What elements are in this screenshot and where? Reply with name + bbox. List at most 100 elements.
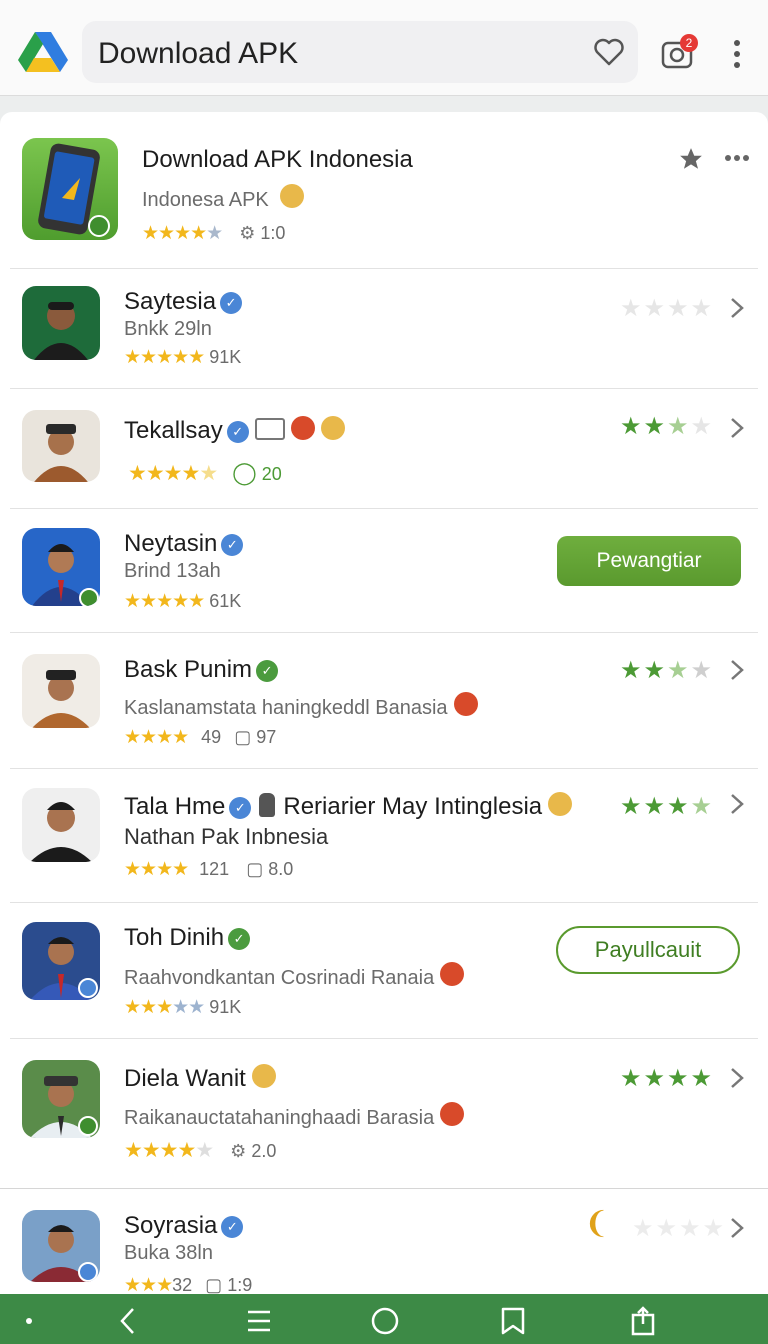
chevron-right-icon[interactable]: [728, 296, 746, 320]
featured-app-subtitle: Indonesa APK: [142, 184, 305, 212]
back-icon[interactable]: [114, 1306, 144, 1336]
app-title-text: Soyrasia: [124, 1212, 218, 1239]
install-button[interactable]: Pewangtiar: [557, 536, 741, 586]
heart-icon[interactable]: [592, 35, 626, 69]
rating-stars: ★★★★: [124, 859, 189, 880]
verified-icon: ✓: [221, 534, 244, 556]
app-score: 49: [201, 727, 222, 747]
app-count: 61K: [209, 591, 242, 611]
gear-icon: ⚙: [239, 223, 256, 243]
search-input[interactable]: Download APK: [98, 37, 298, 71]
dot-icon: [26, 1318, 32, 1324]
verified-icon: ✓: [226, 421, 249, 443]
rating-stars: ★★★★★: [142, 223, 223, 244]
app-count: 2.0: [251, 1141, 277, 1161]
rating-stars: ★★★★★: [124, 1139, 214, 1162]
avatar: [22, 410, 100, 482]
rating-stars: ★★★★★: [124, 591, 205, 612]
tag-icon: [254, 418, 285, 440]
app-subtitle: Brind 13ah: [124, 560, 221, 582]
bottom-nav-bar: [0, 1294, 768, 1344]
list-item[interactable]: Tekallsay ✓ ★★★★★ ◯ 20 ★★★★: [0, 388, 768, 508]
app-meta: ★★★★★ 91K: [124, 996, 241, 1019]
rating-stars: ★★★★★: [124, 347, 205, 368]
app-score: 121: [199, 859, 230, 879]
chevron-right-icon[interactable]: [728, 1066, 746, 1090]
avatar: [22, 528, 100, 606]
emoji-icon: [453, 692, 478, 716]
install-button[interactable]: Payullcauit: [556, 926, 740, 974]
list-item[interactable]: Neytasin ✓ Brind 13ah ★★★★★ 61K Pewangtia…: [0, 508, 768, 632]
app-title: Tekallsay ✓: [124, 416, 345, 445]
list-item[interactable]: Tala Hme ✓ Reriarier May Intinglesia Natha…: [0, 768, 768, 902]
app-title: Tala Hme ✓ Reriarier May Intinglesia: [124, 792, 573, 821]
avatar: [22, 1210, 100, 1282]
app-count: 1:9: [227, 1275, 253, 1295]
list-item[interactable]: Diela Wanit Raikanauctatahaninghaadi Bar…: [0, 1038, 768, 1188]
app-list: Saytesia ✓ Bnkk 29ln ★★★★★ 91K ★★★★ Tekal…: [0, 268, 768, 1296]
heart-badge-icon: [290, 416, 315, 440]
app-title: Saytesia ✓: [124, 288, 243, 316]
app-title-text: Tala Hme: [124, 793, 226, 820]
verified-icon: ✓: [220, 292, 243, 314]
comment-icon: ▢: [205, 1275, 223, 1295]
app-count: 20: [261, 464, 282, 484]
emoji-icon: [440, 1102, 465, 1126]
app-title-extra: Reriarier May Intinglesia: [283, 793, 543, 820]
emoji-icon: [440, 962, 465, 986]
list-item[interactable]: Saytesia ✓ Bnkk 29ln ★★★★★ 91K ★★★★: [0, 268, 768, 388]
recents-icon[interactable]: [244, 1306, 274, 1336]
list-item[interactable]: Soyrasia ✓ Buka 38ln ★★★32 ▢ 1:9 ❨ ★★★★: [0, 1188, 768, 1296]
app-title-text: Tekallsay: [124, 417, 223, 444]
app-meta: ★★★★★ ⚙ 2.0: [124, 1138, 276, 1163]
verified-icon: ✓: [229, 797, 252, 819]
notification-badge: 2: [680, 34, 698, 52]
chevron-right-icon[interactable]: [728, 1216, 746, 1240]
app-subtitle: Kaslanamstata haningkeddl Banasia: [124, 692, 478, 720]
app-subtitle-text: Raahvondkantan Cosrinadi Ranaia: [124, 967, 435, 989]
featured-app-meta: ★★★★★ ⚙ 1:0: [142, 222, 285, 245]
app-title-text: Saytesia: [124, 288, 217, 315]
app-subtitle: Raahvondkantan Cosrinadi Ranaia: [124, 962, 465, 990]
more-vert-icon[interactable]: [728, 38, 746, 72]
list-item[interactable]: Toh Dinih ✓ Raahvondkantan Cosrinadi Rana…: [0, 902, 768, 1038]
gear-icon: ⚙: [230, 1141, 247, 1161]
avatar: [22, 922, 100, 1000]
app-title: Diela Wanit: [124, 1064, 276, 1093]
share-icon[interactable]: [628, 1306, 658, 1336]
search-bar[interactable]: Download APK: [82, 21, 638, 83]
app-title: Neytasin ✓: [124, 530, 244, 558]
list-item[interactable]: Bask Punim ✓ Kaslanamstata haningkeddl Ba…: [0, 632, 768, 768]
app-logo-icon[interactable]: [18, 30, 68, 74]
app-subtitle-text: Raikanauctatahaninghaadi Barasia: [124, 1107, 435, 1129]
chevron-right-icon[interactable]: [728, 792, 746, 816]
comment-icon: ▢: [246, 859, 264, 879]
featured-app-title: Download APK Indonesia: [142, 146, 413, 173]
verified-icon: ✓: [221, 1216, 244, 1238]
star-icon[interactable]: [678, 146, 704, 172]
featured-app-subtitle-text: Indonesa APK: [142, 189, 269, 211]
chevron-right-icon[interactable]: [728, 416, 746, 440]
sparkle-icon: [320, 416, 345, 440]
app-meta: ★★★★ 121 ▢ 8.0: [124, 858, 293, 881]
home-icon[interactable]: [370, 1306, 400, 1336]
rating-stars-right: ★★★★: [632, 1215, 727, 1242]
app-title-text: Bask Punim: [124, 656, 253, 683]
bookmark-icon[interactable]: [498, 1306, 528, 1336]
app-subtitle: Raikanauctatahaninghaadi Barasia: [124, 1102, 465, 1130]
rating-stars-right: ★★★★: [620, 295, 715, 322]
more-horiz-icon[interactable]: [724, 154, 750, 162]
featured-app-card[interactable]: Download APK Indonesia Indonesa APK ★★★★…: [0, 112, 768, 268]
chevron-right-icon[interactable]: [728, 658, 746, 682]
app-subtitle: Buka 38ln: [124, 1242, 213, 1264]
rating-stars: ★★★★★: [124, 997, 205, 1018]
verified-icon: ✓: [228, 928, 251, 950]
avatar: [22, 1060, 100, 1138]
avatar: [22, 654, 100, 728]
app-meta: ★★★★★ 61K: [124, 590, 241, 613]
app-meta: ★★★★ 49 ▢ 97: [124, 726, 276, 749]
app-meta: ★★★★★ ◯ 20: [128, 460, 282, 486]
banana-icon: ❨: [584, 1207, 610, 1240]
avatar: [22, 286, 100, 360]
featured-app-count: 1:0: [260, 223, 286, 243]
